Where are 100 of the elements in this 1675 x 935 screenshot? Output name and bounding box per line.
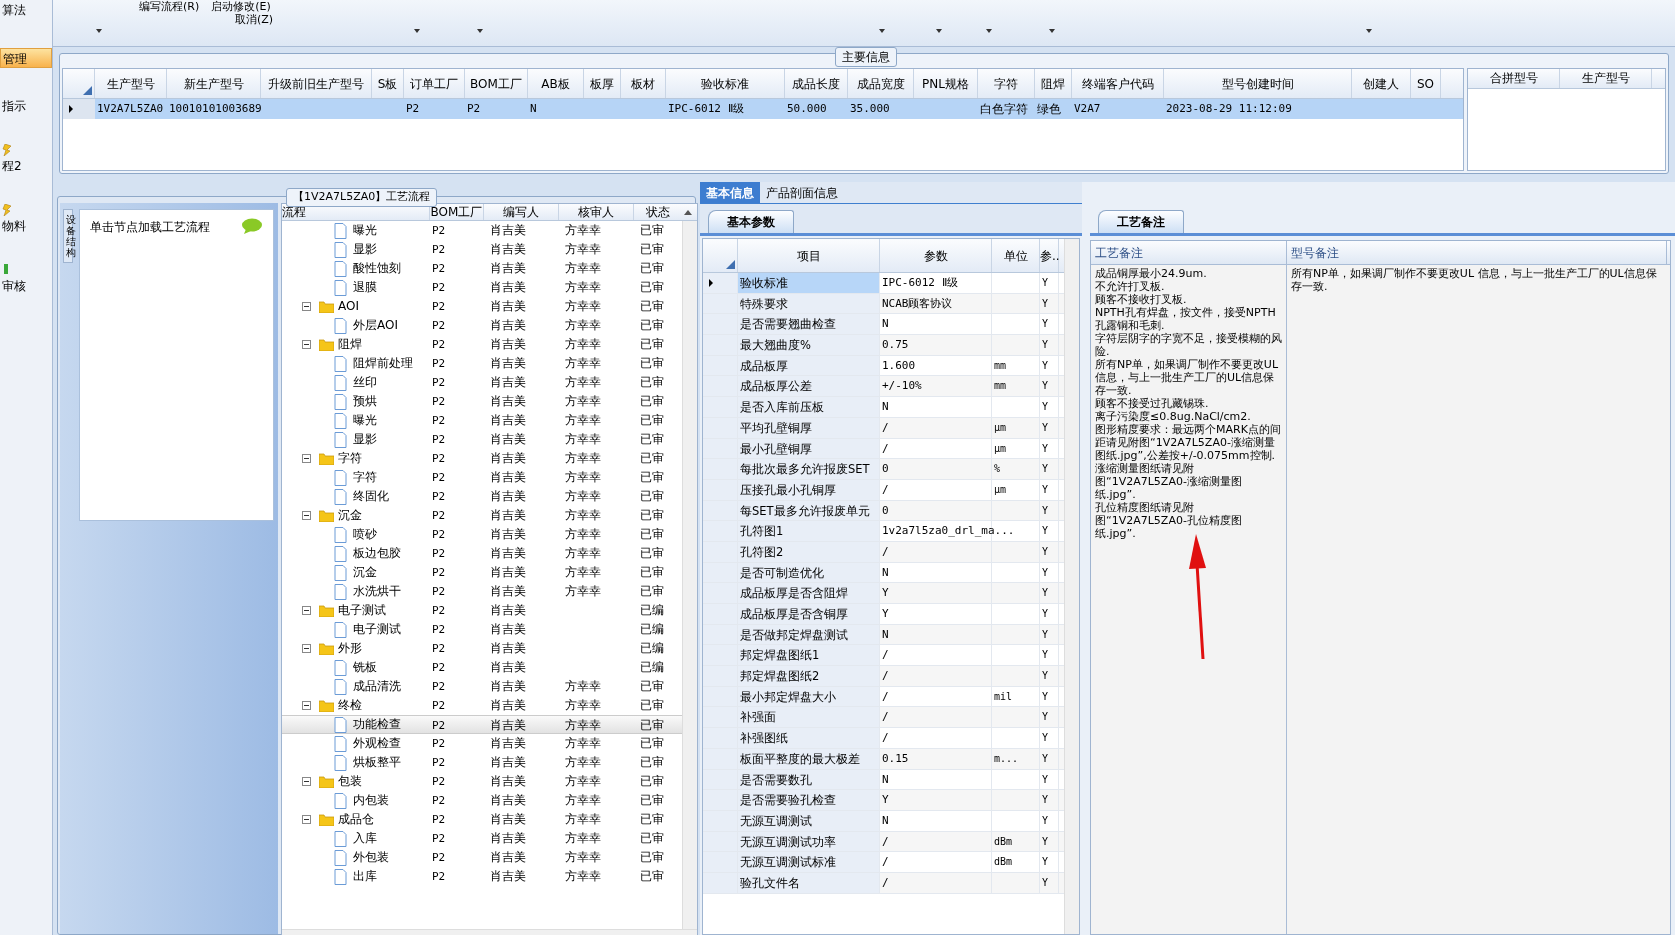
table-row[interactable]: 孔符图2 / Y: [703, 541, 1064, 563]
column-header[interactable]: 升级前旧生产型号: [261, 69, 372, 98]
collapse-toggle-icon[interactable]: [302, 454, 311, 463]
scroll-up-icon[interactable]: [684, 210, 692, 215]
column-header[interactable]: S板: [372, 69, 404, 98]
column-header[interactable]: 型号备注: [1287, 241, 1667, 264]
table-row[interactable]: 成品板厚公差 +/-10% mm Y: [703, 376, 1064, 398]
table-row[interactable]: 无源互调测试标准 / dBm Y: [703, 852, 1064, 873]
column-header[interactable]: 参..: [1040, 239, 1059, 272]
table-row[interactable]: 是否需要验孔检查 Y Y: [703, 790, 1064, 811]
tree-row[interactable]: 丝印 P2 肖吉美 方幸幸 已审: [282, 373, 682, 392]
tree-row[interactable]: 外形 P2 肖吉美 已编: [282, 639, 682, 658]
column-header[interactable]: 成品宽度: [848, 69, 914, 98]
tree-row[interactable]: 板边包胶 P2 肖吉美 方幸幸 已审: [282, 544, 682, 563]
column-header[interactable]: BOM工厂: [465, 69, 528, 98]
tab[interactable]: 工艺备注: [1098, 210, 1184, 233]
dropdown-caret-icon[interactable]: [1049, 29, 1055, 33]
tree-row[interactable]: 烘板整平 P2 肖吉美 方幸幸 已审: [282, 753, 682, 772]
table-row[interactable]: 最大翘曲度% 0.75 Y: [703, 335, 1064, 356]
table-row[interactable]: 邦定焊盘图纸1 / Y: [703, 645, 1064, 667]
column-header[interactable]: 新生产型号: [167, 69, 261, 98]
table-row[interactable]: 平均孔壁铜厚 / μm Y: [703, 417, 1064, 439]
column-header[interactable]: 参数: [880, 239, 992, 272]
collapse-toggle-icon[interactable]: [302, 644, 311, 653]
column-header[interactable]: 项目: [738, 239, 880, 272]
collapse-toggle-icon[interactable]: [302, 815, 311, 824]
tree-row[interactable]: 终固化 P2 肖吉美 方幸幸 已审: [282, 487, 682, 506]
tree-row[interactable]: 外包装 P2 肖吉美 方幸幸 已审: [282, 848, 682, 867]
sidebar-item[interactable]: 物料: [0, 216, 52, 236]
sidebar-item[interactable]: 算法: [0, 0, 52, 20]
dropdown-caret-icon[interactable]: [96, 29, 102, 33]
table-row[interactable]: 成品板厚 1.600 mm Y: [703, 355, 1064, 377]
tab[interactable]: 产品剖面信息: [760, 182, 844, 203]
column-header[interactable]: 编写人: [484, 204, 559, 220]
column-header[interactable]: 字符: [978, 69, 1035, 98]
column-header[interactable]: 订单工厂: [404, 69, 465, 98]
menu-item[interactable]: 编写流程(R): [139, 0, 200, 13]
tree-row[interactable]: 喷砂 P2 肖吉美 方幸幸 已审: [282, 525, 682, 544]
table-row[interactable]: 每SET最多允许报废单元 0 Y: [703, 500, 1064, 522]
table-row[interactable]: 1V2A7L5ZA0 10010101003689 P2 P2 N IPC-6012 Ⅱ级 50.000 35.000 白色字符 绿色 V2A7 2023-08-29 11:12:09: [63, 99, 1464, 119]
dropdown-caret-icon[interactable]: [477, 29, 483, 33]
tree-row[interactable]: 显影 P2 肖吉美 方幸幸 已审: [282, 240, 682, 259]
tree-row[interactable]: 包装 P2 肖吉美 方幸幸 已审: [282, 772, 682, 791]
tree-row[interactable]: 出库 P2 肖吉美 方幸幸 已审: [282, 867, 682, 886]
sidebar-item[interactable]: 管理: [0, 48, 52, 68]
tree-row[interactable]: AOI P2 肖吉美 方幸幸 已审: [282, 297, 682, 316]
tab[interactable]: 基本参数: [708, 210, 794, 233]
column-header[interactable]: 单位: [992, 239, 1040, 272]
tree-row[interactable]: 电子测试 P2 肖吉美 已编: [282, 620, 682, 639]
tree-row[interactable]: 成品仓 P2 肖吉美 方幸幸 已审: [282, 810, 682, 829]
column-header[interactable]: 工艺备注: [1091, 241, 1287, 264]
tree-row[interactable]: 铣板 P2 肖吉美 已编: [282, 658, 682, 677]
column-header[interactable]: 板材: [621, 69, 666, 98]
table-row[interactable]: 每批次最多允许报废SET 0 % Y: [703, 459, 1064, 480]
table-row[interactable]: 邦定焊盘图纸2 / Y: [703, 666, 1064, 687]
tree-row[interactable]: 字符 P2 肖吉美 方幸幸 已审: [282, 449, 682, 468]
tree-row[interactable]: 内包装 P2 肖吉美 方幸幸 已审: [282, 791, 682, 810]
tree-row[interactable]: 电子测试 P2 肖吉美 已编: [282, 601, 682, 620]
column-header[interactable]: 生产型号: [1560, 69, 1653, 88]
dropdown-caret-icon[interactable]: [414, 29, 420, 33]
tree-row[interactable]: 字符 P2 肖吉美 方幸幸 已审: [282, 468, 682, 487]
tree-row[interactable]: 预烘 P2 肖吉美 方幸幸 已审: [282, 392, 682, 411]
dropdown-caret-icon[interactable]: [1366, 29, 1372, 33]
tree-row[interactable]: 退膜 P2 肖吉美 方幸幸 已审: [282, 278, 682, 297]
tree-row[interactable]: 曝光 P2 肖吉美 方幸幸 已审: [282, 411, 682, 430]
scrollbar[interactable]: [1064, 239, 1079, 934]
collapse-toggle-icon[interactable]: [302, 606, 311, 615]
tree-row[interactable]: 水洗烘干 P2 肖吉美 方幸幸 已审: [282, 582, 682, 601]
tree-row[interactable]: 终检 P2 肖吉美 方幸幸 已审: [282, 696, 682, 715]
tab[interactable]: 基本信息: [700, 182, 760, 203]
tree-row[interactable]: 外层AOI P2 肖吉美 方幸幸 已审: [282, 316, 682, 335]
dropdown-caret-icon[interactable]: [879, 29, 885, 33]
tree-row[interactable]: 酸性蚀刻 P2 肖吉美 方幸幸 已审: [282, 259, 682, 278]
sidebar-item[interactable]: 审核: [0, 276, 52, 296]
column-header[interactable]: 终端客户代码: [1072, 69, 1164, 98]
sidebar-item[interactable]: 指示: [0, 96, 52, 116]
column-header[interactable]: 型号创建时间: [1164, 69, 1352, 98]
column-header[interactable]: 合拼型号: [1468, 69, 1561, 88]
tree-row[interactable]: 显影 P2 肖吉美 方幸幸 已审: [282, 430, 682, 449]
column-header[interactable]: SO: [1411, 69, 1441, 98]
column-header[interactable]: 核审人: [559, 204, 634, 220]
menu-item[interactable]: 取消(Z): [235, 13, 274, 26]
column-header[interactable]: 板厚: [584, 69, 621, 98]
table-row[interactable]: 补强面 / Y: [703, 707, 1064, 729]
collapse-toggle-icon[interactable]: [302, 340, 311, 349]
collapse-toggle-icon[interactable]: [302, 511, 311, 520]
column-header[interactable]: 验收标准: [666, 69, 785, 98]
table-row[interactable]: 验孔文件名 / Y: [703, 872, 1064, 894]
collapse-toggle-icon[interactable]: [302, 701, 311, 710]
table-row[interactable]: 成品板厚是否含阻焊 Y Y: [703, 583, 1064, 604]
column-header[interactable]: 生产型号: [95, 69, 167, 98]
menu-item[interactable]: 启动修改(E): [211, 0, 271, 13]
table-row[interactable]: 是否做邦定焊盘测试 N Y: [703, 624, 1064, 646]
collapse-toggle-icon[interactable]: [302, 777, 311, 786]
tree-row[interactable]: 入库 P2 肖吉美 方幸幸 已审: [282, 829, 682, 848]
table-row[interactable]: 无源互调测试功率 / dBm Y: [703, 831, 1064, 853]
table-row[interactable]: 孔符图1 1v2a7l5za0_drl_ma... Y: [703, 521, 1064, 542]
table-row[interactable]: 成品板厚是否含铜厚 Y Y: [703, 604, 1064, 625]
dropdown-caret-icon[interactable]: [986, 29, 992, 33]
table-row[interactable]: 补强图纸 / Y: [703, 728, 1064, 749]
